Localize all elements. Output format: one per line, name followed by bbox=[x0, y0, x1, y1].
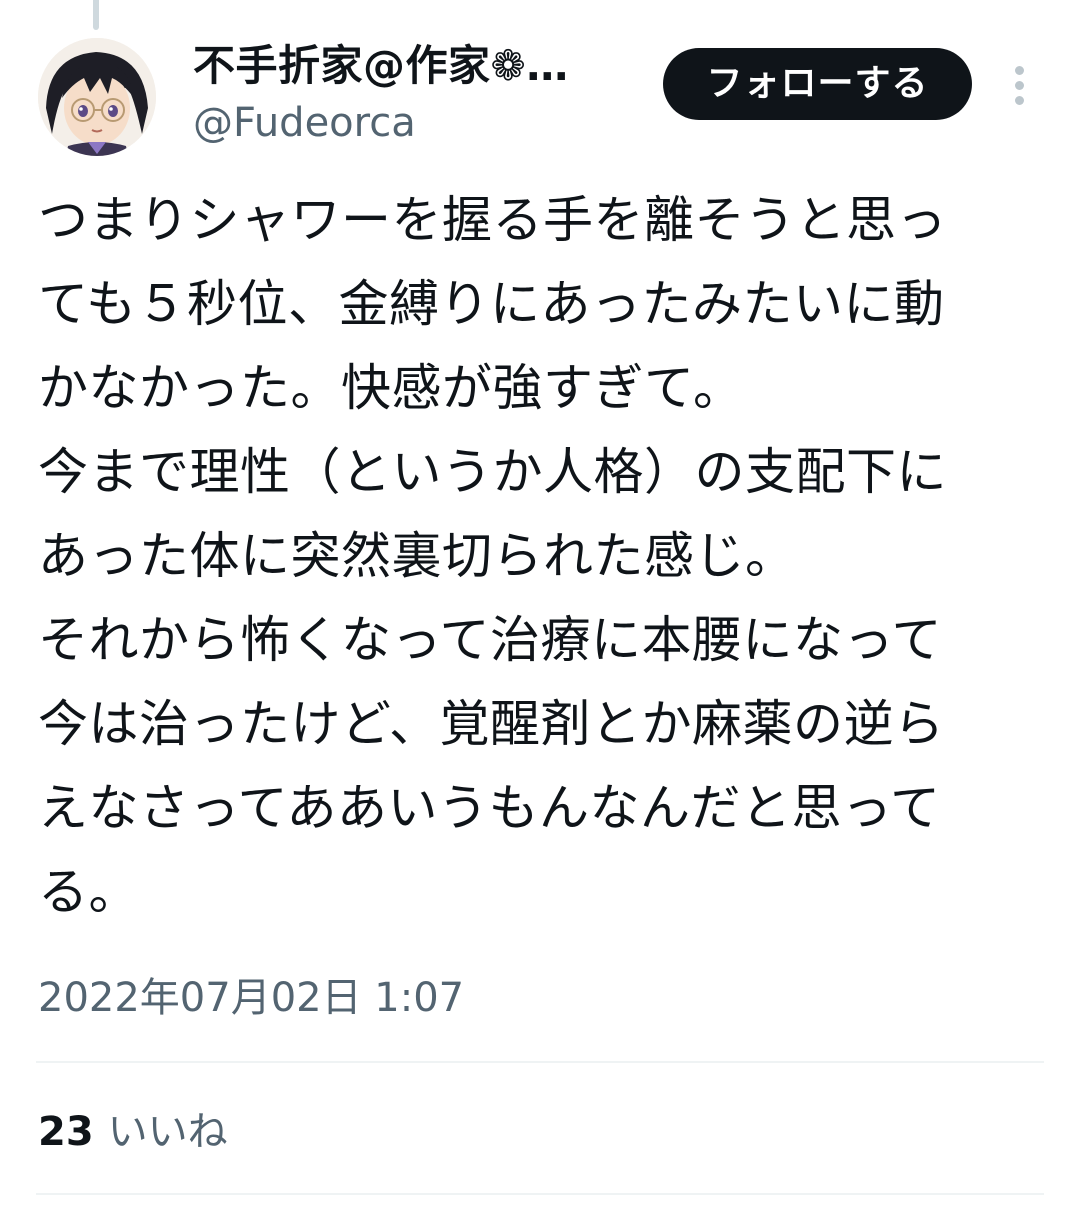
more-dot-bottom bbox=[1015, 96, 1024, 105]
more-dot-middle bbox=[1015, 81, 1024, 90]
tweet-text-line: ても５秒位、金縛りにあったみたいに動 bbox=[38, 275, 945, 333]
thread-connector-line bbox=[93, 0, 99, 30]
tweet-text-line: えなさってああいうもんなんだと思って bbox=[38, 779, 941, 837]
tweet-text-line: それから怖くなって治療に本腰になって bbox=[38, 611, 942, 669]
likes-stat[interactable]: 23 いいね bbox=[38, 1102, 228, 1162]
follow-button[interactable]: フォローする bbox=[663, 48, 972, 120]
tweet-text-line: つまりシャワーを握る手を離そうと思っ bbox=[38, 191, 947, 249]
tweet-text-line: あった体に突然裏切られた感じ。 bbox=[38, 527, 796, 585]
author-info[interactable]: 不手折家@作家❁… @Fudeorca bbox=[193, 38, 633, 152]
divider bbox=[36, 1193, 1044, 1195]
divider bbox=[36, 1061, 1044, 1063]
avatar-image bbox=[38, 38, 156, 156]
tweet-timestamp[interactable]: 2022年07月02日 1:07 bbox=[38, 968, 464, 1028]
author-handle[interactable]: @Fudeorca bbox=[193, 94, 633, 152]
likes-label: いいね bbox=[107, 1109, 228, 1155]
author-display-name[interactable]: 不手折家@作家❁… bbox=[193, 38, 633, 94]
tweet-text-line: る。 bbox=[38, 863, 139, 921]
tweet-text-line: かなかった。快感が強すぎて。 bbox=[38, 359, 744, 417]
more-dot-top bbox=[1015, 66, 1024, 75]
avatar[interactable] bbox=[38, 38, 156, 156]
likes-count: 23 bbox=[38, 1109, 94, 1155]
tweet-text: つまりシャワーを握る手を離そうと思っ ても５秒位、金縛りにあったみたいに動 かな… bbox=[38, 178, 1018, 934]
tweet-text-line: 今は治ったけど、覚醒剤とか麻薬の逆ら bbox=[38, 695, 945, 753]
tweet-text-line: 今まで理性（というか人格）の支配下に bbox=[38, 443, 947, 501]
more-options-icon[interactable] bbox=[1000, 60, 1040, 110]
